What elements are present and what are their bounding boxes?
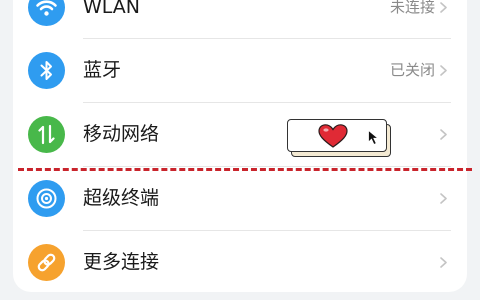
chevron-right-icon	[438, 193, 449, 204]
more-connections-label: 更多连接	[83, 251, 160, 273]
super-device-icon	[28, 180, 65, 217]
chevron-right-icon	[438, 65, 449, 76]
sticker-card	[287, 119, 387, 152]
wlan-status: 未连接	[389, 0, 435, 16]
heart-icon	[318, 124, 348, 148]
chevron-right-icon	[438, 129, 449, 140]
wifi-icon	[28, 0, 65, 26]
chevron-right-icon	[438, 257, 449, 268]
settings-row-wlan[interactable]: WLAN 未连接	[13, 0, 467, 39]
dashed-separator-line	[18, 168, 472, 171]
settings-row-bluetooth[interactable]: 蓝牙 已关闭	[13, 39, 467, 102]
link-icon	[28, 244, 65, 281]
settings-row-super-device[interactable]: 超级终端	[13, 167, 467, 230]
bluetooth-label: 蓝牙	[83, 59, 122, 81]
wlan-label: WLAN	[83, 0, 141, 18]
settings-card: WLAN 未连接 蓝牙 已关闭 移动网络 超级终端 更多连接	[13, 0, 467, 292]
bluetooth-status: 已关闭	[389, 61, 435, 79]
bluetooth-icon	[28, 52, 65, 89]
super-device-label: 超级终端	[83, 187, 160, 209]
heart-click-sticker	[287, 119, 391, 157]
mobile-data-icon	[28, 116, 65, 153]
mobile-network-label: 移动网络	[83, 123, 160, 145]
settings-row-more-connections[interactable]: 更多连接	[13, 231, 467, 294]
chevron-right-icon	[438, 2, 449, 13]
settings-row-mobile-network[interactable]: 移动网络	[13, 103, 467, 166]
cursor-icon	[368, 129, 380, 146]
